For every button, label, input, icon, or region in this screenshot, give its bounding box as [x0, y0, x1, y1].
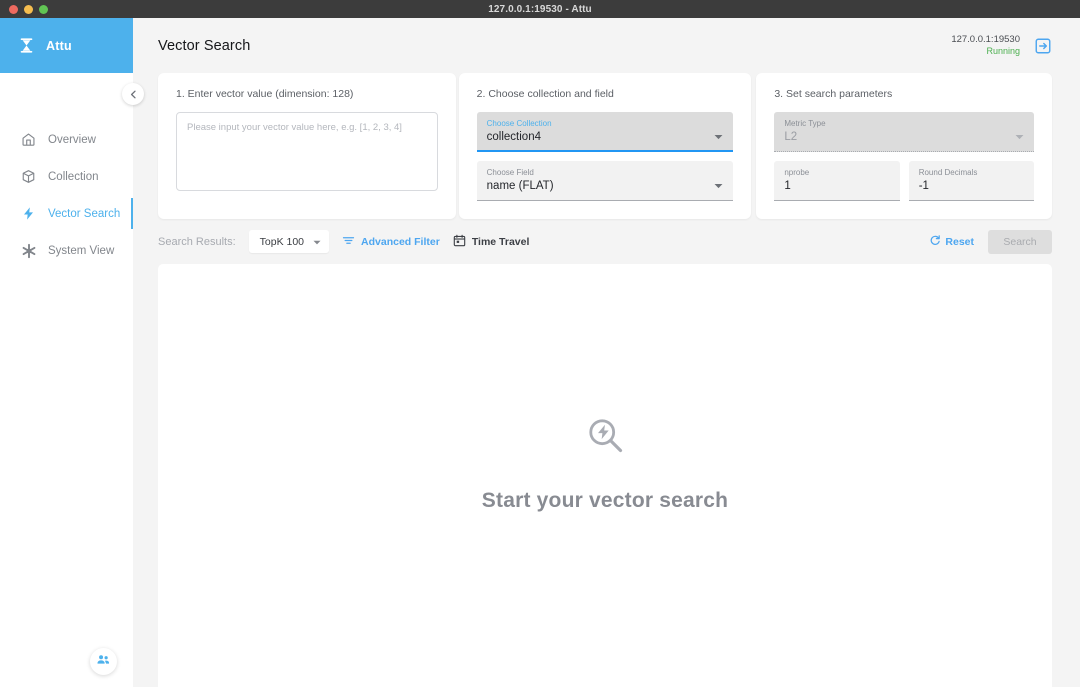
field-underline: [908, 200, 1035, 201]
sidebar-item-label: System View: [48, 244, 115, 257]
sidebar-nav: Overview Collection Vector Search System…: [0, 121, 133, 269]
connection-state: Running: [986, 45, 1020, 56]
field-underline: [774, 151, 1035, 152]
round-decimals-input[interactable]: Round Decimals -1: [908, 161, 1035, 201]
topk-select[interactable]: TopK 100: [248, 230, 330, 253]
sidebar-item-label: Vector Search: [48, 207, 121, 220]
topk-value: TopK 100: [259, 235, 305, 248]
results-toolbar-right: Reset Search: [929, 229, 1052, 254]
choose-collection-select[interactable]: Choose Collection collection4: [476, 112, 734, 152]
vector-search-icon: [583, 413, 628, 463]
chevron-left-icon: [130, 90, 136, 98]
round-decimals-label: Round Decimals: [918, 168, 978, 177]
sidebar-item-overview[interactable]: Overview: [0, 121, 133, 158]
attu-hourglass-icon: [18, 37, 35, 54]
metric-type-label: Metric Type: [784, 119, 826, 128]
empty-state-text: Start your vector search: [481, 488, 729, 512]
window-titlebar: 127.0.0.1:19530 - Attu: [0, 0, 1080, 18]
logout-button[interactable]: [1034, 37, 1052, 55]
sidebar-item-label: Collection: [48, 170, 99, 183]
home-icon: [20, 131, 37, 148]
connection-status-text: 127.0.0.1:19530 Running: [951, 34, 1020, 57]
choose-collection-label: Choose Collection: [486, 119, 552, 128]
choose-collection-value: collection4: [486, 131, 541, 143]
search-results-panel: Start your vector search: [158, 264, 1052, 687]
round-decimals-value: -1: [918, 180, 929, 192]
field-underline: [476, 150, 734, 152]
collection-field-card-title: 2. Choose collection and field: [476, 88, 614, 100]
brand-header[interactable]: Attu: [0, 18, 133, 73]
empty-state: Start your vector search: [482, 413, 728, 513]
nprobe-value: 1: [784, 180, 791, 192]
calendar-icon: [453, 234, 466, 250]
choose-field-label: Choose Field: [486, 168, 534, 177]
choose-field-select[interactable]: Choose Field name (FLAT): [476, 161, 734, 201]
snowflake-icon: [20, 242, 37, 259]
sidebar-item-collection[interactable]: Collection: [0, 158, 133, 195]
search-parameters-row: nprobe 1 Round Decimals -1: [774, 161, 1035, 201]
vector-value-input[interactable]: [176, 112, 438, 191]
results-toolbar-left: Search Results: TopK 100 Advanced Filter…: [158, 230, 529, 253]
window-maximize-button[interactable]: [39, 4, 48, 14]
nprobe-label: nprobe: [784, 168, 810, 177]
caret-down-icon: [1015, 127, 1024, 145]
sidebar-item-label: Overview: [48, 133, 96, 146]
nprobe-input[interactable]: nprobe 1: [774, 161, 900, 201]
window-traffic-lights: [0, 4, 48, 14]
search-results-label: Search Results:: [158, 235, 236, 248]
sidebar-item-vector-search[interactable]: Vector Search: [0, 195, 133, 232]
sidebar-item-system-view[interactable]: System View: [0, 232, 133, 269]
choose-field-value: name (FLAT): [486, 180, 554, 192]
advanced-filter-button[interactable]: Advanced Filter: [342, 234, 440, 250]
field-underline: [476, 200, 734, 201]
filter-icon: [342, 234, 355, 250]
connection-status: 127.0.0.1:19530 Running: [951, 34, 1052, 57]
logout-icon: [1035, 38, 1051, 53]
time-travel-label: Time Travel: [471, 235, 530, 248]
page-title: Vector Search: [158, 37, 251, 54]
caret-down-icon: [313, 236, 321, 248]
field-underline: [774, 200, 900, 201]
app-root: Attu Overview Collection Vector Search S…: [0, 18, 1080, 687]
refresh-icon: [929, 234, 941, 249]
search-parameters-card: 3. Set search parameters Metric Type L2 …: [756, 73, 1053, 219]
vector-value-card-title: 1. Enter vector value (dimension: 128): [176, 88, 354, 100]
caret-down-icon: [714, 176, 723, 194]
caret-down-icon: [714, 127, 723, 145]
main-content: Vector Search 127.0.0.1:19530 Running 1.…: [133, 18, 1080, 687]
window-close-button[interactable]: [9, 4, 18, 14]
window-title: 127.0.0.1:19530 - Attu: [488, 3, 592, 15]
metric-type-select[interactable]: Metric Type L2: [774, 112, 1035, 152]
community-fab-button[interactable]: [90, 648, 117, 675]
advanced-filter-label: Advanced Filter: [361, 235, 440, 248]
page-header: Vector Search 127.0.0.1:19530 Running: [158, 18, 1052, 73]
metric-type-value: L2: [784, 131, 798, 143]
vector-value-card: 1. Enter vector value (dimension: 128): [158, 73, 456, 219]
sidebar: Attu Overview Collection Vector Search S…: [0, 18, 144, 687]
sidebar-collapse-button[interactable]: [122, 83, 144, 105]
people-group-icon: [96, 652, 111, 672]
window-minimize-button[interactable]: [24, 4, 33, 14]
box-icon: [20, 168, 37, 185]
search-button[interactable]: Search: [988, 229, 1052, 254]
connection-address: 127.0.0.1:19530: [951, 33, 1020, 45]
collection-field-card: 2. Choose collection and field Choose Co…: [458, 73, 752, 219]
results-toolbar: Search Results: TopK 100 Advanced Filter…: [158, 219, 1052, 264]
lightning-bolt-icon: [20, 205, 37, 222]
reset-label: Reset: [945, 235, 974, 248]
search-setup-cards: 1. Enter vector value (dimension: 128) 2…: [158, 73, 1053, 219]
brand-name: Attu: [46, 38, 72, 53]
reset-button[interactable]: Reset: [929, 234, 974, 249]
time-travel-button[interactable]: Time Travel: [453, 234, 530, 250]
search-parameters-card-title: 3. Set search parameters: [774, 88, 893, 100]
